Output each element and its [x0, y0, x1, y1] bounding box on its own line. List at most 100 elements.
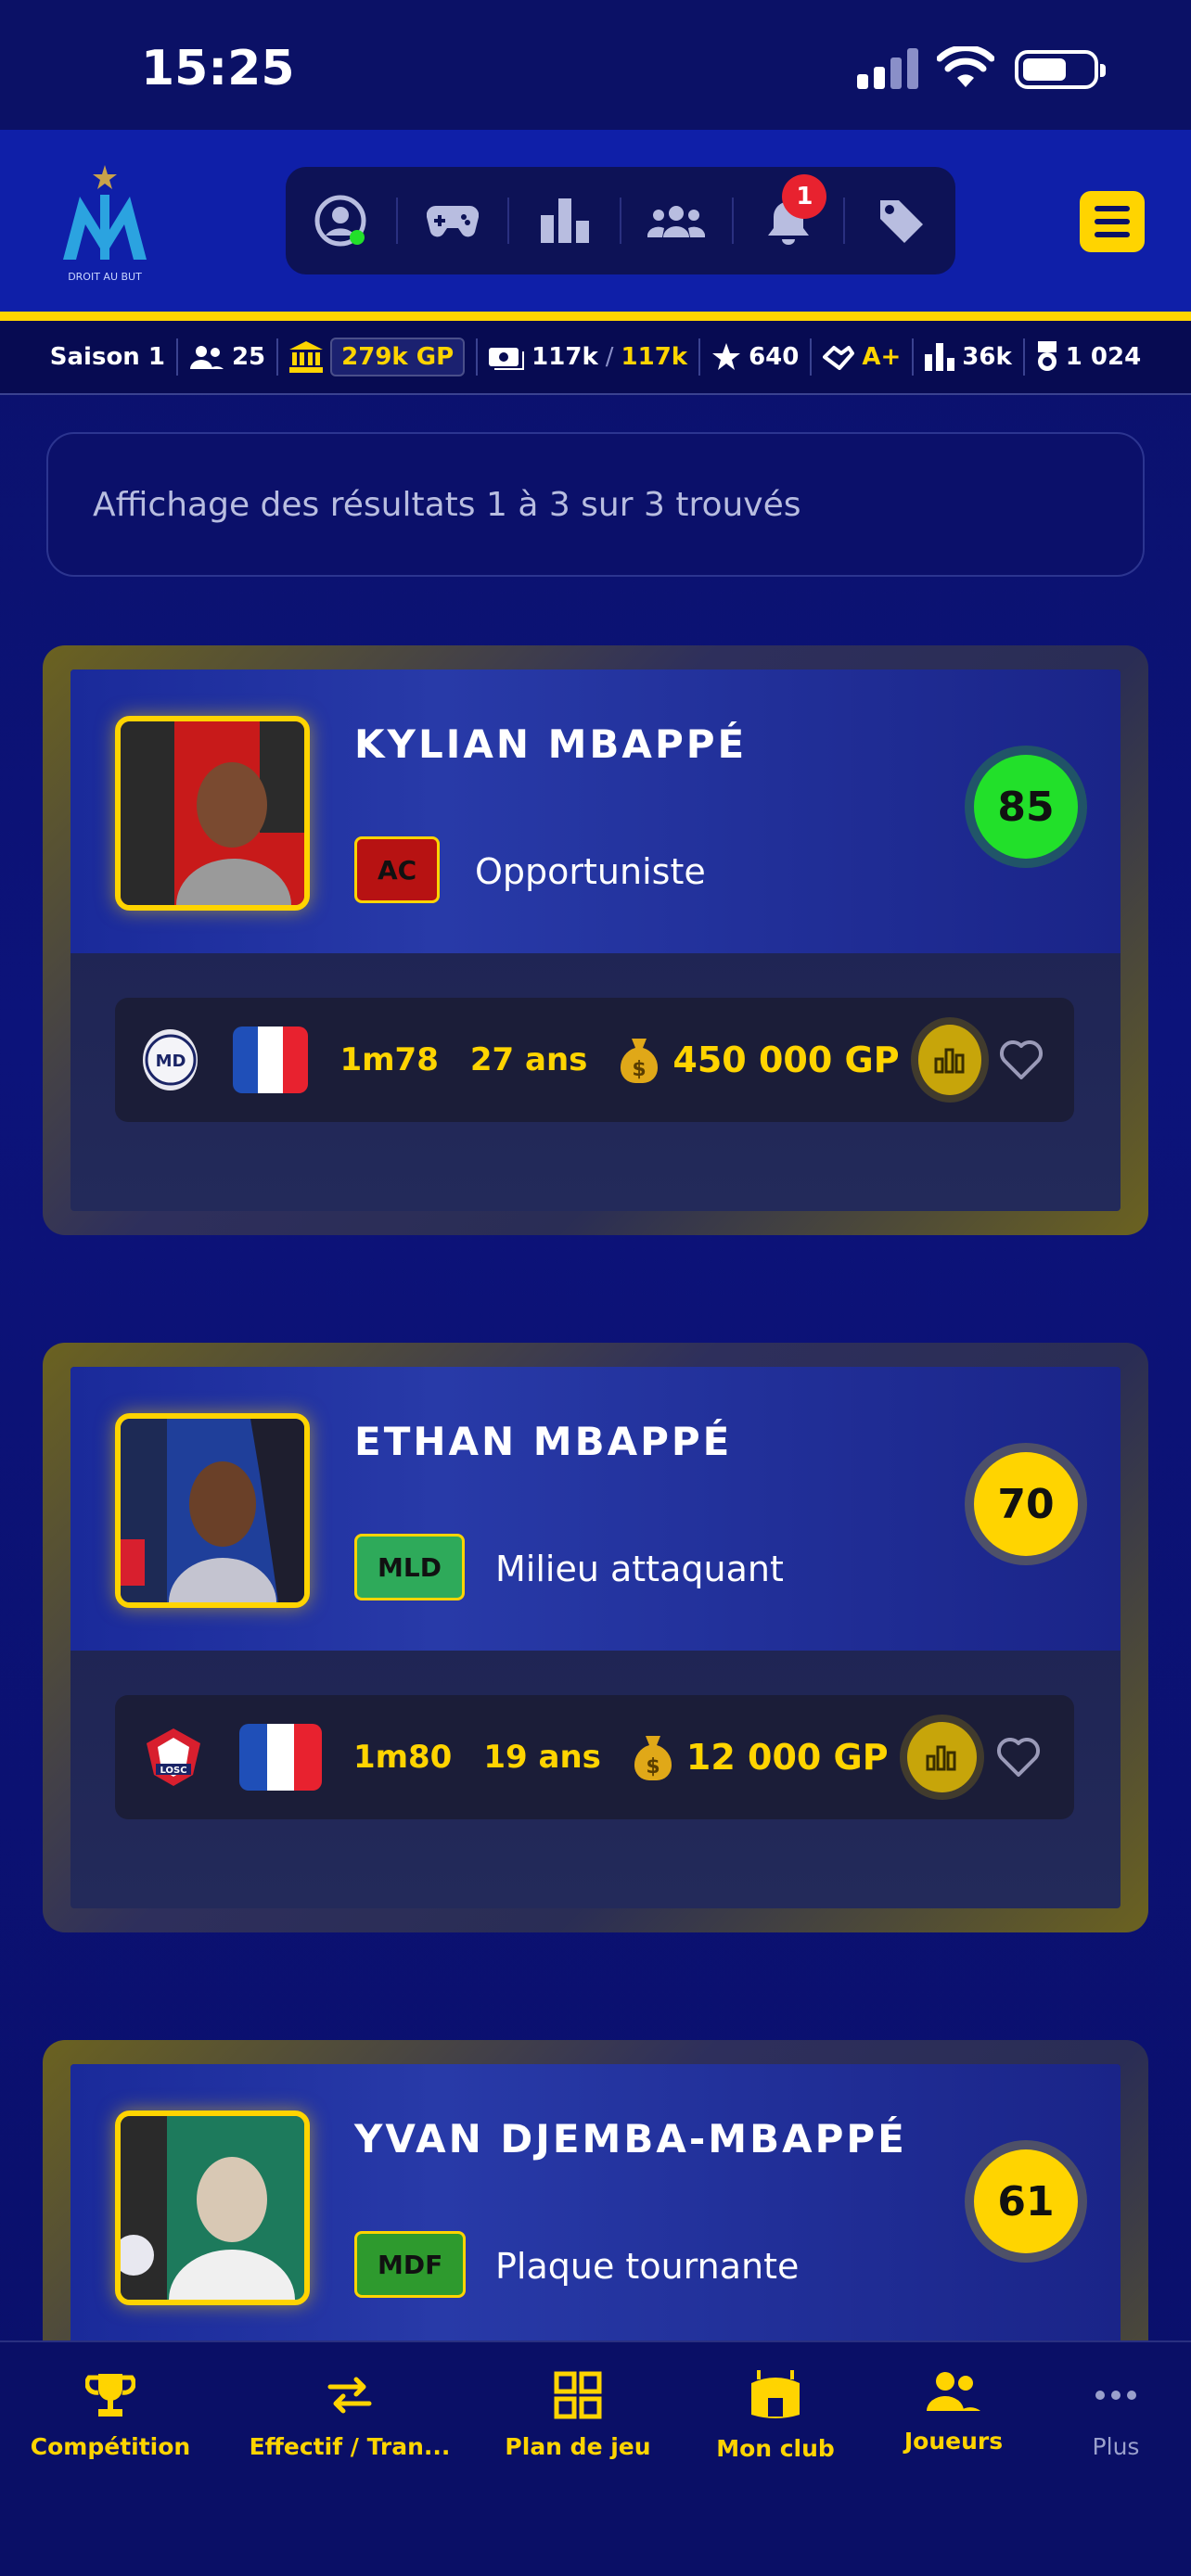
player-height: 1m80: [352, 1739, 453, 1776]
menu-button[interactable]: [1080, 191, 1145, 252]
members-stat: 25: [178, 343, 276, 371]
tab-joueurs[interactable]: Joueurs: [904, 2370, 1003, 2455]
player-card-body: KYLIAN MBAPPÉ AC Opportuniste 85 MD 1m78…: [70, 670, 1121, 1211]
tab-plan-de-jeu[interactable]: Plan de jeu: [505, 2370, 651, 2460]
stadium-icon: [751, 2370, 800, 2418]
player-role: Plaque tournante: [495, 2246, 800, 2287]
club-motto: DROIT AU BUT: [68, 271, 142, 283]
profile-button[interactable]: [286, 167, 396, 274]
tab-effectif[interactable]: Effectif / Tran...: [250, 2370, 450, 2460]
svg-text:$: $: [646, 1755, 660, 1779]
svg-text:LOSC: LOSC: [160, 1766, 186, 1776]
position-badge: MDF: [354, 2231, 467, 2298]
cellular-signal-icon: [857, 48, 918, 89]
club-badge-icon: MD: [143, 1029, 198, 1090]
player-height: 1m78: [339, 1041, 439, 1078]
player-rating: 70: [974, 1452, 1078, 1556]
player-card[interactable]: ETHAN MBAPPÉ MLD Milieu attaquant 70 LOS…: [43, 1343, 1148, 1932]
club-logo[interactable]: DROIT AU BUT: [54, 158, 156, 287]
france-flag-icon: [233, 1027, 309, 1093]
transfer-arrows-icon: [327, 2377, 372, 2414]
stats-icon: [934, 1048, 965, 1074]
wifi-icon: [937, 46, 994, 87]
tab-mon-club[interactable]: Mon club: [716, 2370, 835, 2462]
offers-button[interactable]: [845, 167, 955, 274]
france-flag-icon: [239, 1724, 322, 1791]
player-role: Opportuniste: [475, 851, 706, 892]
player-role: Milieu attaquant: [495, 1549, 784, 1589]
svg-text:$: $: [633, 1058, 647, 1081]
position-badge: AC: [354, 836, 441, 903]
player-photo[interactable]: [115, 716, 310, 911]
stars-stat: 640: [700, 342, 810, 372]
battery-icon: [1015, 50, 1106, 89]
position-badge: MLD: [354, 1534, 465, 1600]
results-count-box: Affichage des résultats 1 à 3 sur 3 trou…: [46, 432, 1145, 577]
tab-plus[interactable]: Plus: [1082, 2370, 1150, 2460]
losc-club-badge-icon: LOSC: [143, 1727, 204, 1788]
bank-icon: [289, 341, 324, 373]
medal-icon: [1037, 341, 1057, 371]
bar-chart-icon: [540, 198, 589, 243]
player-stats-button[interactable]: [906, 1722, 977, 1792]
tab-competition[interactable]: Compétition: [31, 2370, 190, 2460]
player-portrait: [121, 721, 304, 905]
rankings-button[interactable]: [509, 167, 620, 274]
money-bag-icon: $: [634, 1736, 672, 1780]
trophies-stat: 1 024: [1025, 341, 1152, 373]
player-name[interactable]: KYLIAN MBAPPÉ: [354, 721, 747, 767]
star-icon: [712, 343, 741, 370]
player-card[interactable]: KYLIAN MBAPPÉ AC Opportuniste 85 MD 1m78…: [43, 645, 1148, 1235]
tag-icon: [879, 200, 923, 243]
favorite-button[interactable]: [992, 1729, 1046, 1785]
player-info-row: MD 1m78 27 ans $ 450 000 GP: [115, 998, 1074, 1122]
player-name[interactable]: YVAN DJEMBA-MBAPPÉ: [354, 2116, 907, 2162]
player-photo[interactable]: [115, 2111, 310, 2305]
header-accent-line: [0, 312, 1191, 321]
player-name[interactable]: ETHAN MBAPPÉ: [354, 1419, 732, 1464]
player-card-body: ETHAN MBAPPÉ MLD Milieu attaquant 70 LOS…: [70, 1367, 1121, 1908]
handshake-icon: [823, 346, 855, 370]
members-icon: [189, 346, 224, 369]
clock: 15:25: [141, 41, 295, 96]
header-nav: 1: [286, 167, 955, 274]
player-age: 27 ans: [469, 1041, 588, 1078]
match-button[interactable]: [398, 167, 508, 274]
money-bag-icon: $: [621, 1039, 659, 1083]
player-price: $ 12 000 GP: [633, 1732, 889, 1782]
group-icon: [647, 206, 706, 237]
rank-stat: A+: [812, 343, 912, 371]
notification-count-badge: 1: [782, 174, 827, 219]
cash-icon: [489, 348, 525, 370]
player-rating: 85: [974, 755, 1078, 859]
season-stat: Saison 1: [49, 343, 165, 371]
player-age: 19 ans: [483, 1739, 601, 1776]
bottom-tab-bar: Compétition Effectif / Tran... Plan de j…: [0, 2340, 1191, 2576]
bank-stat[interactable]: 279k GP: [278, 338, 476, 376]
bar-chart-small-icon: [925, 343, 955, 371]
trophy-icon: [85, 2374, 135, 2417]
grid-icon: [554, 2371, 602, 2419]
heart-icon: [999, 1040, 1044, 1079]
favorite-button[interactable]: [996, 1032, 1046, 1088]
notifications-button[interactable]: 1: [734, 167, 844, 274]
svg-text:MD: MD: [155, 1052, 186, 1071]
player-price: $ 450 000 GP: [619, 1035, 900, 1085]
community-button[interactable]: [621, 167, 732, 274]
profile-icon: [314, 195, 366, 247]
gamepad-icon: [427, 205, 480, 237]
player-photo[interactable]: [115, 1413, 310, 1608]
heart-icon: [997, 1738, 1041, 1777]
results-count-text: Affichage des résultats 1 à 3 sur 3 trou…: [93, 485, 801, 524]
player-rating: 61: [974, 2149, 1078, 2253]
cash-stat: 117k/117k: [478, 343, 698, 371]
player-stats-button[interactable]: [917, 1025, 981, 1095]
player-info-row: LOSC 1m80 19 ans $ 12 000 GP: [115, 1695, 1074, 1819]
player-portrait-placeholder: [121, 2116, 304, 2300]
stats-icon: [926, 1745, 956, 1771]
players-icon: [927, 2372, 980, 2411]
club-stats-strip: Saison 1 25 279k GP 117k/117k 640 A+ 36k…: [0, 321, 1191, 395]
more-dots-icon: [1095, 2391, 1136, 2400]
player-portrait: [121, 1419, 304, 1602]
status-bar: 15:25: [0, 0, 1191, 130]
